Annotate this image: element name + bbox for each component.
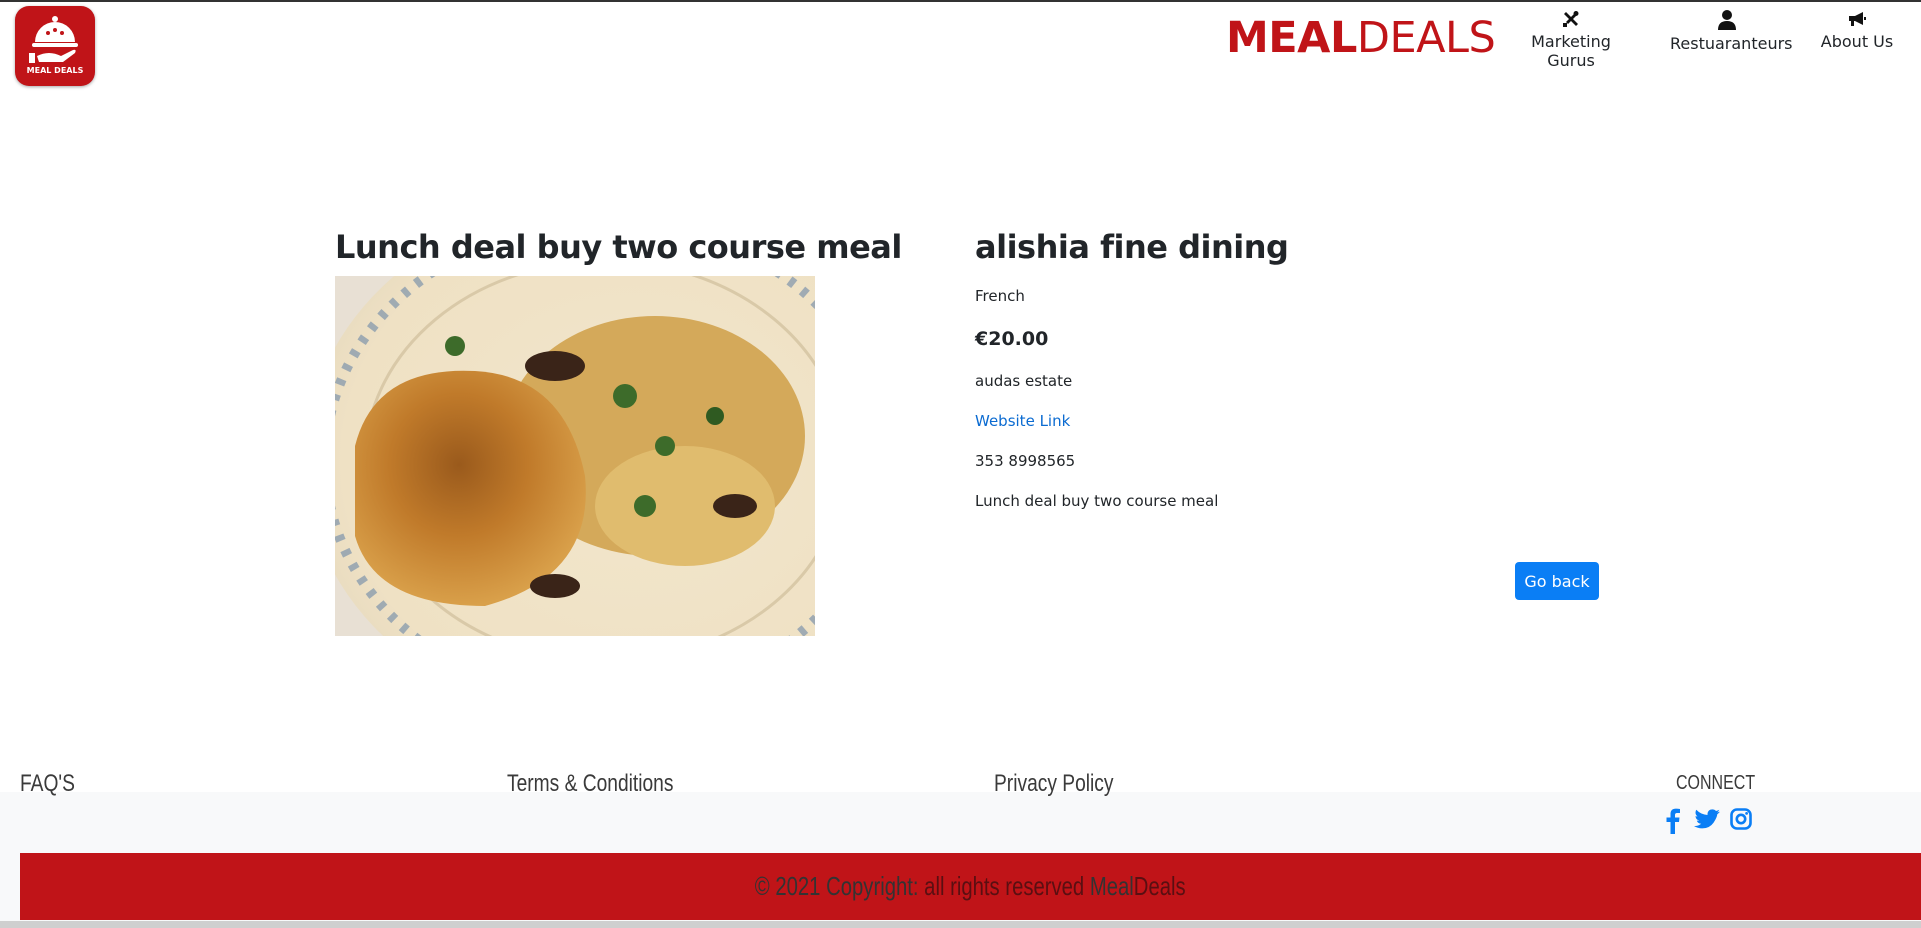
nav-label: Marketing Gurus	[1531, 32, 1611, 70]
brand-part-2: DEALS	[1356, 13, 1496, 63]
logo[interactable]: MEAL DEALS	[15, 6, 95, 86]
logo-text: MEAL DEALS	[26, 66, 84, 75]
megaphone-icon	[1849, 12, 1866, 26]
top-border	[0, 0, 1921, 2]
brand-part-1: MEAL	[1226, 13, 1357, 63]
connect-heading: CONNECT	[1676, 772, 1756, 794]
nav-about-us[interactable]: About Us	[1815, 10, 1899, 51]
terms-link[interactable]: Terms & Conditions	[507, 770, 673, 798]
copyright-brand-1[interactable]: Meal	[1090, 871, 1134, 901]
instagram-icon[interactable]	[1730, 808, 1752, 830]
facebook-icon[interactable]	[1666, 808, 1680, 834]
privacy-link[interactable]: Privacy Policy	[994, 770, 1114, 798]
tools-icon	[1563, 11, 1579, 27]
food-photo	[335, 276, 815, 636]
faq-link[interactable]: FAQ'S	[20, 770, 75, 798]
horizontal-scrollbar[interactable]	[0, 921, 1921, 928]
nav-restaurateurs[interactable]: Restuaranteurs	[1670, 10, 1793, 53]
copyright-mid: all rights reserved	[924, 871, 1091, 901]
deal-title: Lunch deal buy two course meal	[335, 228, 902, 266]
phone-number: 353 8998565	[975, 452, 1076, 470]
go-back-button[interactable]: Go back	[1515, 562, 1599, 600]
deal-description: Lunch deal buy two course meal	[975, 492, 1219, 510]
user-icon	[1717, 10, 1736, 30]
brand-title[interactable]: MEALDEALS	[1226, 13, 1496, 63]
restaurant-name: alishia fine dining	[975, 228, 1289, 266]
address: audas estate	[975, 372, 1073, 390]
price: €20.00	[975, 328, 1049, 350]
copyright-text: © 2021 Copyright: all rights reserved Me…	[20, 871, 1921, 902]
nav-label: About Us	[1820, 32, 1894, 51]
nav-label: Restuaranteurs	[1670, 34, 1793, 53]
cuisine: French	[975, 287, 1025, 305]
copyright-bar: © 2021 Copyright: all rights reserved Me…	[20, 853, 1921, 920]
website-link[interactable]: Website Link	[975, 412, 1070, 430]
nav-marketing-gurus[interactable]: Marketing Gurus	[1510, 10, 1632, 70]
copyright-brand-2[interactable]: Deals	[1134, 871, 1186, 901]
copyright-prefix: © 2021 Copyright:	[755, 871, 925, 901]
twitter-icon[interactable]	[1694, 808, 1720, 832]
